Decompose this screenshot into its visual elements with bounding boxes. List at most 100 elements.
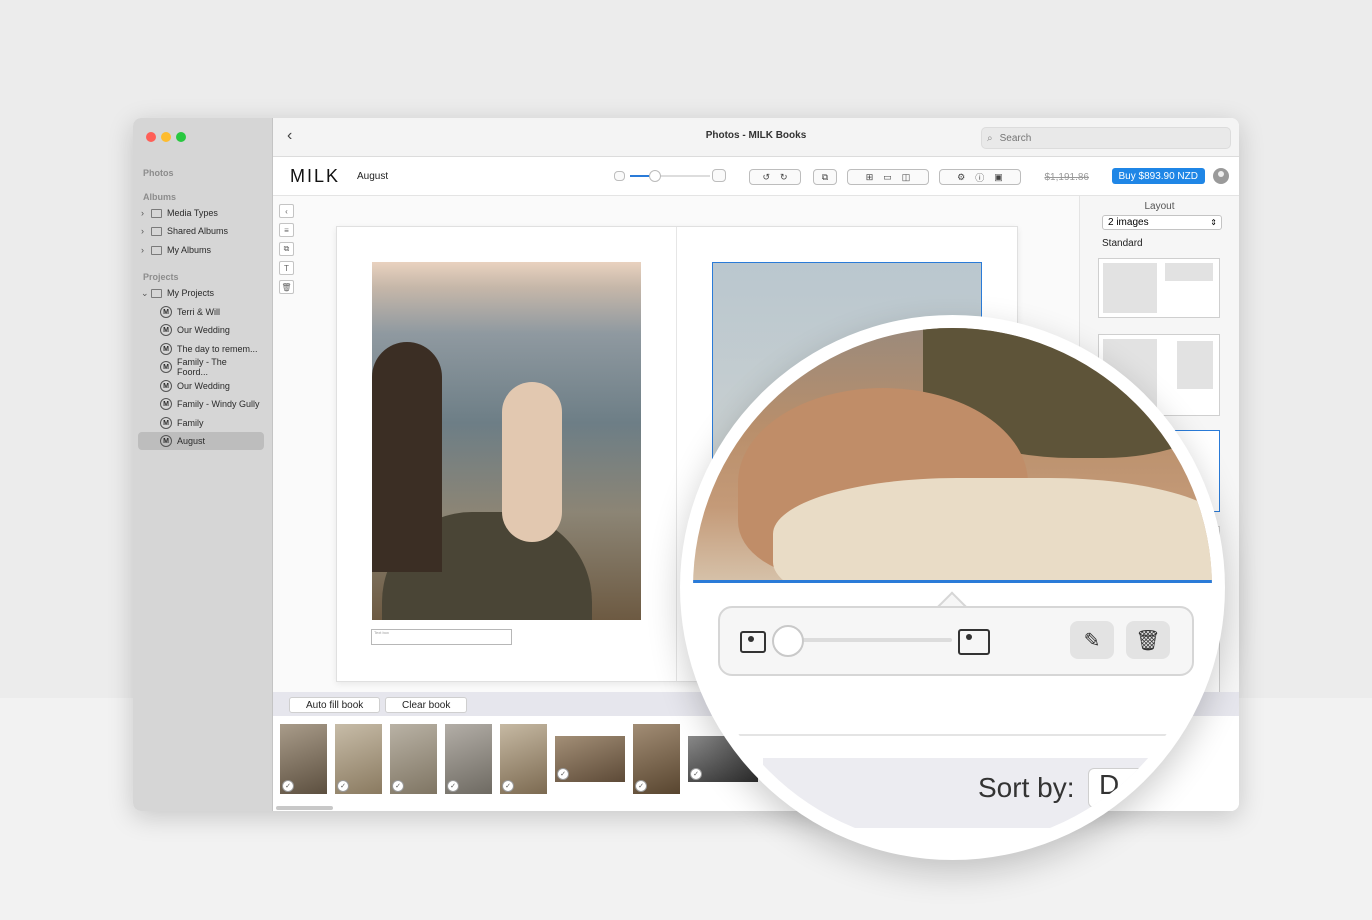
layout-section-label: Standard [1102, 238, 1143, 249]
add-page-icon[interactable]: ⧉ [813, 169, 837, 185]
delete-button[interactable]: 🗑 [1126, 621, 1170, 659]
sidebar-item-shared-albums[interactable]: › Shared Albums [141, 222, 228, 240]
text-box-icon[interactable]: T [279, 261, 294, 275]
single-view-icon[interactable]: ▭ [883, 172, 892, 183]
project-item-windy-gully[interactable]: M Family - Windy Gully [160, 395, 260, 413]
info-group: ⚙ ⓘ ▣ [939, 169, 1021, 185]
photo-zoom-in-icon[interactable] [958, 629, 990, 655]
chevron-right-icon[interactable]: › [141, 226, 151, 236]
photo-shape [773, 478, 1212, 583]
check-icon: ✓ [282, 780, 294, 792]
folder-icon [151, 208, 162, 218]
trash-icon[interactable]: 🗑 [279, 280, 294, 294]
text-layout-icon[interactable]: ≡ [279, 223, 294, 237]
project-item-family-foord[interactable]: M Family - The Foord... [160, 357, 260, 377]
sidebar-item-label: My Projects [167, 288, 215, 298]
zoom-out-icon[interactable] [614, 171, 625, 181]
sidebar-projects-heading: Projects [143, 272, 179, 282]
check-icon: ✓ [337, 780, 349, 792]
sort-label: Sort by: [978, 772, 1075, 803]
check-icon: ✓ [392, 780, 404, 792]
project-label: Family - Windy Gully [177, 399, 260, 409]
photo-shape [372, 342, 442, 572]
text-box[interactable]: Text box [371, 629, 512, 645]
strip-photo[interactable]: ✓ [280, 724, 327, 794]
strip-photo[interactable]: ✓ [633, 724, 680, 794]
spread-view-icon[interactable]: ◫ [902, 172, 911, 183]
shared-folder-icon [151, 226, 162, 236]
chevron-right-icon[interactable]: › [141, 208, 151, 218]
auto-fill-button[interactable]: Auto fill book [289, 697, 381, 713]
sort-select[interactable]: D [1088, 768, 1148, 808]
redo-icon[interactable]: ↻ [780, 172, 788, 183]
sidebar-item-label: Shared Albums [167, 226, 229, 236]
project-label: Our Wedding [177, 325, 230, 335]
chevron-updown-icon: ⇕ [1210, 218, 1217, 227]
buy-button[interactable]: Buy $893.90 NZD [1111, 168, 1205, 184]
check-icon: ✓ [690, 768, 702, 780]
layout-slot [1165, 263, 1213, 281]
horizontal-scrollbar[interactable] [276, 806, 333, 810]
sidebar-item-my-projects[interactable]: ⌄ My Projects [141, 284, 214, 302]
project-item-family[interactable]: M Family [160, 414, 260, 432]
folder-icon [151, 288, 162, 298]
search-input[interactable] [997, 131, 1202, 145]
info-icon[interactable]: ⓘ [975, 171, 984, 184]
chevron-down-icon[interactable]: ⌄ [141, 288, 151, 299]
chevron-right-icon[interactable]: › [141, 245, 151, 255]
title-bar: ‹ Photos - MILK Books ⌕ [273, 118, 1239, 157]
photo-zoom-out-icon[interactable] [740, 631, 766, 653]
layout-count-value: 2 images [1108, 217, 1149, 228]
project-item-our-wedding[interactable]: M Our Wedding [160, 321, 260, 339]
photo-zoom-slider-knob[interactable] [772, 625, 804, 657]
zoom-window-button[interactable] [176, 132, 186, 142]
minimize-window-button[interactable] [161, 132, 171, 142]
undo-icon[interactable]: ↺ [762, 172, 770, 183]
project-item-terri-will[interactable]: M Terri & Will [160, 303, 260, 321]
close-window-button[interactable] [146, 132, 156, 142]
zoom-slider-knob[interactable] [649, 170, 661, 182]
selection-border [693, 580, 1212, 583]
page-tools: ‹ ≡ ⧉ T 🗑 [279, 204, 294, 299]
layout-count-select[interactable]: 2 images ⇕ [1102, 215, 1222, 230]
feedback-icon[interactable]: ▣ [994, 172, 1003, 183]
folder-icon [151, 245, 162, 255]
clear-book-button[interactable]: Clear book [385, 697, 468, 713]
sidebar-item-my-albums[interactable]: › My Albums [141, 241, 211, 259]
duplicate-page-icon[interactable]: ⧉ [279, 242, 294, 256]
collapse-panel-icon[interactable]: ‹ [279, 204, 294, 218]
trash-icon: 🗑 [1135, 629, 1161, 652]
milk-project-icon: M [160, 435, 172, 447]
spread-spine [676, 227, 677, 681]
layout-panel-title: Layout [1144, 201, 1175, 212]
magnified-photo [693, 328, 1212, 583]
account-avatar-icon[interactable] [1213, 168, 1229, 184]
project-item-the-day[interactable]: M The day to remem... [160, 340, 260, 358]
check-icon: ✓ [557, 768, 569, 780]
sidebar-albums-heading: Albums [143, 192, 177, 202]
sidebar-item-media-types[interactable]: › Media Types [141, 204, 218, 222]
project-item-august[interactable]: M August [138, 432, 264, 450]
strip-photo[interactable]: ✓ [390, 724, 437, 794]
strip-photo[interactable]: ✓ [500, 724, 547, 794]
project-label: Family [177, 418, 204, 428]
check-icon: ✓ [502, 780, 514, 792]
edit-button[interactable]: ✎ [1070, 621, 1114, 659]
left-page-photo[interactable] [372, 262, 641, 620]
milk-project-icon: M [160, 417, 172, 429]
strip-photo[interactable]: ✓ [445, 724, 492, 794]
check-icon: ✓ [447, 780, 459, 792]
photo-zoom-slider-track[interactable] [788, 638, 952, 642]
sidebar-item-label: My Albums [167, 245, 212, 255]
project-item-our-wedding-2[interactable]: M Our Wedding [160, 377, 260, 395]
search-field[interactable]: ⌕ [981, 127, 1231, 149]
project-label: The day to remem... [177, 344, 258, 354]
sidebar-photos-heading[interactable]: Photos [143, 168, 174, 178]
layout-thumb-1[interactable] [1098, 258, 1220, 318]
strip-photo[interactable]: ✓ [555, 736, 625, 782]
grid-view-icon[interactable]: ⊞ [866, 172, 874, 183]
gear-icon[interactable]: ⚙ [957, 172, 965, 183]
view-mode-group: ⊞ ▭ ◫ [847, 169, 929, 185]
strip-photo[interactable]: ✓ [335, 724, 382, 794]
zoom-in-icon[interactable] [712, 169, 726, 182]
